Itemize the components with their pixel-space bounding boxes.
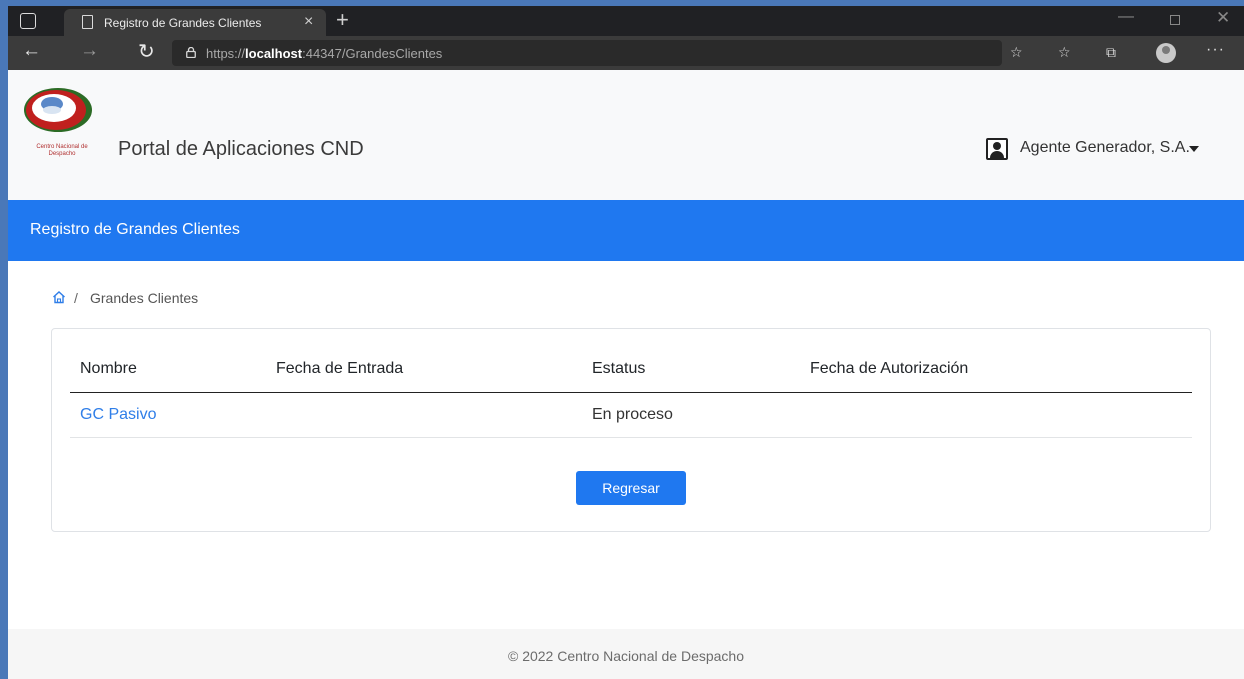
column-header-fecha-autorizacion: Fecha de Autorización xyxy=(800,347,1192,393)
page-content: Centro Nacional de Despacho Portal de Ap… xyxy=(8,70,1244,679)
tab-active[interactable]: Registro de Grandes Clientes × xyxy=(64,9,326,36)
browser-toolbar: ← → ↻ https://localhost:44347/GrandesCli… xyxy=(8,36,1244,70)
clients-card: Nombre Fecha de Entrada Estatus Fecha de… xyxy=(51,328,1211,532)
cell-fecha-autorizacion xyxy=(800,392,1192,438)
column-header-fecha-entrada: Fecha de Entrada xyxy=(266,347,582,393)
user-name: Agente Generador, S.A. xyxy=(1020,139,1190,156)
window-frame-left xyxy=(0,0,8,679)
forward-arrow-icon[interactable]: → xyxy=(80,40,99,62)
site-footer: © 2022 Centro Nacional de Despacho xyxy=(8,629,1244,679)
cell-nombre: GC Pasivo xyxy=(70,392,266,438)
more-options-icon[interactable]: ··· xyxy=(1206,41,1225,59)
table-row: GC Pasivo En proceso xyxy=(70,392,1192,438)
site-header: Centro Nacional de Despacho Portal de Ap… xyxy=(8,70,1244,200)
address-bar[interactable]: https://localhost:44347/GrandesClientes xyxy=(172,40,1002,66)
banner-title: Registro de Grandes Clientes xyxy=(30,221,240,238)
portal-title[interactable]: Portal de Aplicaciones CND xyxy=(118,138,364,161)
logo-caption: Centro Nacional de Despacho xyxy=(36,144,88,157)
tab-close-icon[interactable]: × xyxy=(304,13,313,31)
back-arrow-icon[interactable]: ← xyxy=(22,40,41,62)
new-tab-icon[interactable]: + xyxy=(336,7,349,33)
back-button[interactable]: Regresar xyxy=(576,471,686,505)
cell-fecha-entrada xyxy=(266,392,582,438)
tab-strip: Registro de Grandes Clientes × + — ✕ xyxy=(8,6,1244,36)
cell-estatus: En proceso xyxy=(582,392,800,438)
page-banner: Registro de Grandes Clientes xyxy=(8,200,1244,261)
chevron-down-icon xyxy=(1189,146,1199,152)
profile-avatar[interactable] xyxy=(1156,43,1176,63)
browser-window: Registro de Grandes Clientes × + — ✕ ← →… xyxy=(8,6,1244,679)
url-host: localhost xyxy=(245,46,303,61)
tab-title: Registro de Grandes Clientes xyxy=(104,16,262,30)
column-header-nombre: Nombre xyxy=(70,347,266,393)
table-header-row: Nombre Fecha de Entrada Estatus Fecha de… xyxy=(70,347,1192,393)
lock-icon xyxy=(186,47,196,58)
collections-icon[interactable]: ⧉ xyxy=(1106,44,1116,61)
clients-table: Nombre Fecha de Entrada Estatus Fecha de… xyxy=(70,347,1192,438)
add-favorite-icon[interactable]: ☆ xyxy=(1010,44,1023,61)
minimize-icon[interactable]: — xyxy=(1118,8,1134,26)
favorites-icon[interactable]: ☆ xyxy=(1058,44,1071,61)
home-icon[interactable] xyxy=(52,290,66,304)
window-close-icon[interactable]: ✕ xyxy=(1216,8,1230,28)
url-scheme: https:// xyxy=(206,46,246,61)
reload-icon[interactable]: ↻ xyxy=(138,39,155,64)
url-text[interactable]: https://localhost:44347/GrandesClientes xyxy=(206,46,442,61)
footer-copyright: © 2022 Centro Nacional de Despacho xyxy=(507,648,745,664)
breadcrumb-separator: / xyxy=(74,290,78,306)
client-link[interactable]: GC Pasivo xyxy=(80,406,156,423)
cnd-logo[interactable] xyxy=(22,78,102,142)
maximize-icon[interactable] xyxy=(1170,15,1180,25)
url-path: :44347/GrandesClientes xyxy=(302,46,443,61)
user-avatar-icon xyxy=(986,138,1008,160)
breadcrumb-current: Grandes Clientes xyxy=(90,290,199,306)
page-icon xyxy=(82,15,93,29)
column-header-estatus: Estatus xyxy=(582,347,800,393)
tab-actions-icon[interactable] xyxy=(20,13,36,29)
